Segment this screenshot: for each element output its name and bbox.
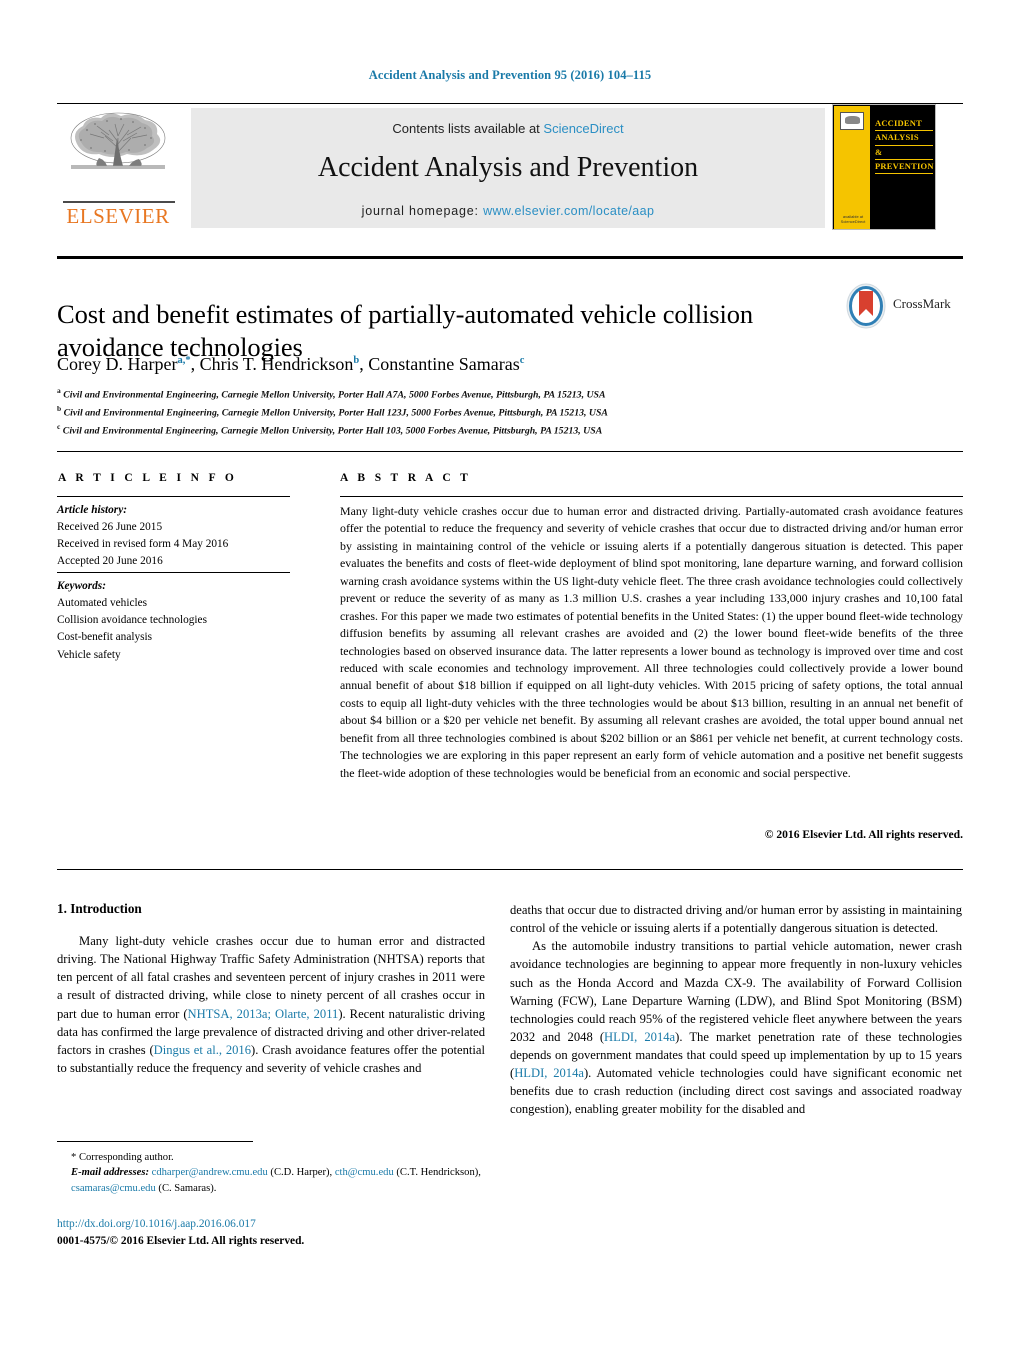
article-info-divider-2: [57, 572, 290, 573]
author-3: Constantine Samarasc: [368, 354, 524, 374]
issn-copyright-line: 0001-4575/© 2016 Elsevier Ltd. All right…: [57, 1235, 305, 1248]
author-1-name: Corey D. Harper: [57, 354, 178, 374]
author-2: Chris T. Hendricksonb: [200, 354, 360, 374]
affiliation-list: a Civil and Environmental Engineering, C…: [57, 385, 817, 439]
abstract-text: Many light-duty vehicle crashes occur du…: [340, 504, 963, 780]
email-link-samaras[interactable]: csamaras@cmu.edu: [71, 1183, 156, 1194]
affiliation-a: a Civil and Environmental Engineering, C…: [57, 385, 817, 403]
body-column-left: Many light-duty vehicle crashes occur du…: [57, 932, 485, 1077]
cover-title-text: ACCIDENT ANALYSIS & PREVENTION: [875, 117, 933, 175]
citation-hldi-2014a-1[interactable]: HLDI, 2014a: [604, 1030, 675, 1044]
email-owner-samaras: (C. Samaras).: [155, 1182, 217, 1194]
sciencedirect-link[interactable]: ScienceDirect: [543, 121, 623, 136]
cover-sciencedirect-note: available at ScienceDirect: [840, 213, 866, 224]
keyword-item: Collision avoidance technologies: [57, 614, 207, 627]
abstract-copyright: © 2016 Elsevier Ltd. All rights reserved…: [764, 828, 963, 841]
elsevier-wordmark: ELSEVIER: [66, 204, 170, 228]
affiliation-c-mark: c: [57, 422, 61, 432]
author-3-marks: c: [519, 355, 525, 366]
paper-page: Accident Analysis and Prevention 95 (201…: [0, 0, 1020, 1351]
footnote-divider: [57, 1141, 253, 1142]
keyword-item: Cost-benefit analysis: [57, 631, 153, 644]
affiliation-b: b Civil and Environmental Engineering, C…: [57, 403, 817, 421]
citation-nhtsa-olarte[interactable]: NHTSA, 2013a; Olarte, 2011: [188, 1007, 339, 1021]
affiliation-b-text: Civil and Environmental Engineering, Car…: [63, 407, 608, 419]
keywords-block: Keywords: Automated vehicles Collision a…: [57, 578, 297, 664]
running-head: Accident Analysis and Prevention 95 (201…: [368, 68, 652, 82]
elsevier-logo-rule: [63, 201, 175, 203]
elsevier-tree-icon: [70, 112, 166, 169]
affiliation-a-mark: a: [57, 386, 61, 395]
article-history-item: Received in revised form 4 May 2016: [57, 538, 229, 551]
email-owner-hendrickson: (C.T. Hendrickson),: [393, 1167, 481, 1179]
keyword-item: Vehicle safety: [57, 648, 121, 661]
author-3-name: Constantine Samaras: [368, 354, 520, 374]
doi-block: http://dx.doi.org/10.1016/j.aap.2016.06.…: [57, 1216, 507, 1250]
author-2-marks: b: [353, 355, 360, 366]
elsevier-logo: ELSEVIER: [57, 108, 179, 228]
email-addresses-note: E-mail addresses: cdharper@andrew.cmu.ed…: [71, 1165, 487, 1196]
affiliation-c-text: Civil and Environmental Engineering, Car…: [62, 425, 603, 437]
crossmark-badge[interactable]: CrossMark: [843, 283, 961, 329]
homepage-label: journal homepage:: [361, 204, 479, 218]
intro-paragraph-1: Many light-duty vehicle crashes occur du…: [57, 932, 485, 1077]
abstract-bottom-divider: [57, 869, 963, 871]
cover-elsevier-mini-logo: [840, 112, 864, 130]
contents-prefix: Contents lists available at: [392, 121, 544, 136]
intro-paragraph-1-continued: deaths that occur due to distracted driv…: [510, 903, 962, 936]
author-2-name: Chris T. Hendrickson: [199, 354, 354, 374]
email-link-hendrickson[interactable]: cth@cmu.edu: [335, 1167, 394, 1178]
journal-cover-thumbnail: available at ScienceDirect ACCIDENT ANAL…: [832, 104, 936, 230]
cover-line-1: ACCIDENT: [875, 117, 933, 132]
contents-available-line: Contents lists available at ScienceDirec…: [191, 121, 825, 136]
author-1: Corey D. Harpera,*: [57, 354, 191, 374]
keywords-label: Keywords:: [57, 580, 106, 592]
journal-title: Accident Analysis and Prevention: [317, 152, 699, 183]
abstract-heading: A B S T R A C T: [340, 472, 472, 484]
doi-link[interactable]: http://dx.doi.org/10.1016/j.aap.2016.06.…: [57, 1216, 507, 1233]
article-history-item: Received 26 June 2015: [57, 521, 163, 534]
cover-yellow-strip: available at ScienceDirect: [834, 106, 870, 229]
affiliation-b-mark: b: [57, 404, 62, 414]
citation-hldi-2014a-2[interactable]: HLDI, 2014a: [514, 1066, 584, 1080]
corresponding-author-note: * Corresponding author.: [71, 1152, 174, 1163]
info-top-divider: [57, 451, 963, 453]
article-info-heading: A R T I C L E I N F O: [58, 472, 238, 484]
email-owner-harper: (C.D. Harper),: [267, 1167, 335, 1179]
author-1-marks: a,*: [177, 355, 191, 366]
intro-p2-part-a: As the automobile industry transitions t…: [510, 939, 962, 1044]
abstract-divider: [340, 496, 963, 497]
citation-dingus[interactable]: Dingus et al., 2016: [154, 1043, 251, 1057]
title-divider: [57, 256, 963, 259]
keyword-item: Automated vehicles: [57, 597, 148, 610]
email-link-harper[interactable]: cdharper@andrew.cmu.edu: [152, 1167, 268, 1178]
author-list: Corey D. Harpera,*, Chris T. Hendrickson…: [57, 354, 525, 374]
article-history-block: Article history: Received 26 June 2015 R…: [57, 502, 297, 571]
cover-line-3: &: [875, 146, 933, 160]
affiliation-c: c Civil and Environmental Engineering, C…: [57, 421, 817, 439]
journal-homepage-link[interactable]: www.elsevier.com/locate/aap: [483, 204, 654, 218]
crossmark-label: CrossMark: [893, 296, 951, 311]
section-heading-introduction: 1. Introduction: [57, 901, 142, 916]
cover-line-4: PREVENTION: [875, 160, 933, 175]
body-column-right: deaths that occur due to distracted driv…: [510, 901, 962, 1119]
journal-masthead: ELSEVIER Contents lists available at Sci…: [57, 103, 963, 230]
journal-homepage-line: journal homepage: www.elsevier.com/locat…: [191, 204, 825, 218]
intro-paragraph-2: As the automobile industry transitions t…: [510, 937, 962, 1118]
cover-line-2: ANALYSIS: [875, 131, 933, 146]
affiliation-a-text: Civil and Environmental Engineering, Car…: [63, 389, 606, 401]
masthead-banner: Contents lists available at ScienceDirec…: [191, 108, 825, 228]
article-info-divider-1: [57, 496, 290, 497]
footnotes-block: * Corresponding author. E-mail addresses…: [57, 1150, 487, 1196]
article-history-label: Article history:: [57, 504, 127, 516]
article-history-item: Accepted 20 June 2016: [57, 555, 163, 568]
crossmark-icon: [846, 283, 886, 329]
email-addresses-label: E-mail addresses:: [71, 1167, 149, 1179]
